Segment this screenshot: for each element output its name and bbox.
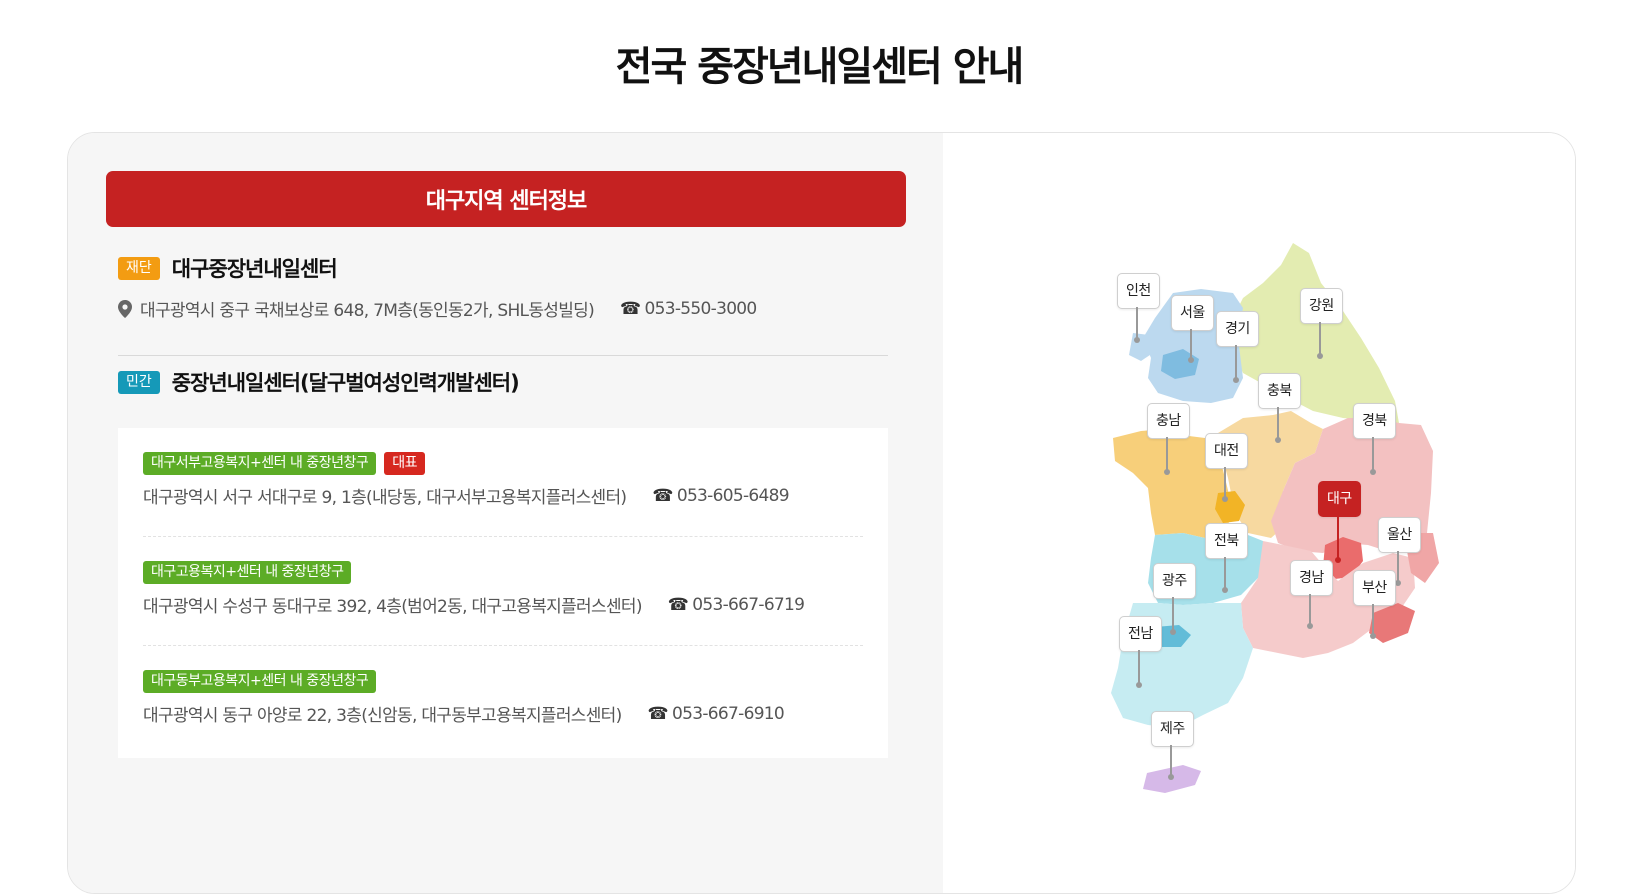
- label-dot: [1317, 353, 1323, 359]
- label-dot: [1275, 437, 1281, 443]
- label-dot: [1188, 357, 1194, 363]
- label-dot: [1370, 633, 1376, 639]
- label-stem: [1172, 597, 1174, 631]
- private-badge: 민간: [118, 370, 160, 394]
- label-dot: [1233, 377, 1239, 383]
- foundation-center: 재단 대구중장년내일센터 대구광역시 중구 국채보상로 648, 7M층(동인동…: [118, 253, 757, 321]
- label-stem: [1235, 345, 1237, 379]
- private-center: 민간 중장년내일센터(달구벌여성인력개발센터): [118, 367, 520, 397]
- branch-phone[interactable]: ☎ 053-667-6910: [648, 704, 785, 724]
- list-divider: [143, 536, 863, 537]
- map-region-incheon[interactable]: [1129, 333, 1153, 361]
- phone-number: 053-605-6489: [676, 485, 790, 506]
- branch-tag: 대구서부고용복지+센터 내 중장년창구: [143, 452, 377, 475]
- list-item: 대구서부고용복지+센터 내 중장년창구 대표 대구광역시 서구 서대구로 9, …: [143, 452, 863, 508]
- branch-address: 대구광역시 수성구 동대구로 392, 4층(범어2동, 대구고용복지플러스센터…: [143, 597, 642, 617]
- map-label-gyeongbuk[interactable]: 경북: [1353, 403, 1396, 439]
- label-stem: [1166, 437, 1168, 471]
- section-divider: [118, 355, 888, 356]
- label-stem: [1138, 650, 1140, 684]
- map-label-seoul[interactable]: 서울: [1171, 295, 1214, 331]
- telephone-icon: ☎: [647, 703, 669, 724]
- label-stem: [1397, 551, 1399, 581]
- telephone-icon: ☎: [667, 594, 689, 615]
- label-dot: [1395, 580, 1401, 586]
- label-stem: [1170, 745, 1172, 775]
- label-dot: [1335, 557, 1341, 563]
- label-stem: [1277, 407, 1279, 439]
- center-address: 대구광역시 중구 국채보상로 648, 7M층(동인동2가, SHL동성빌딩): [140, 301, 595, 321]
- branch-phone[interactable]: ☎ 053-667-6719: [668, 595, 805, 615]
- label-dot: [1222, 496, 1228, 502]
- map-label-busan[interactable]: 부산: [1353, 570, 1396, 606]
- label-dot: [1136, 682, 1142, 688]
- map-label-jeju[interactable]: 제주: [1151, 711, 1194, 747]
- label-stem: [1136, 307, 1138, 339]
- center-phone[interactable]: ☎ 053-550-3000: [620, 299, 757, 319]
- label-stem: [1319, 322, 1321, 356]
- representative-tag: 대표: [384, 452, 425, 475]
- map-label-chungbuk[interactable]: 충북: [1258, 373, 1301, 409]
- list-item: 대구동부고용복지+센터 내 중장년창구 대구광역시 동구 아양로 22, 3층(…: [143, 670, 863, 726]
- map-label-gyeonggi[interactable]: 경기: [1216, 311, 1259, 347]
- map-pin-icon: [118, 299, 132, 318]
- center-info-panel: 대구지역 센터정보 재단 대구중장년내일센터 대구광역시 중구 국채보상로 64…: [67, 132, 1576, 894]
- region-header: 대구지역 센터정보: [106, 171, 906, 227]
- branch-address: 대구광역시 동구 아양로 22, 3층(신암동, 대구동부고용복지플러스센터): [143, 706, 622, 726]
- list-item: 대구고용복지+센터 내 중장년창구 대구광역시 수성구 동대구로 392, 4층…: [143, 561, 863, 617]
- phone-number: 053-550-3000: [644, 298, 758, 319]
- korea-map-shapes: [1111, 243, 1439, 793]
- label-dot: [1168, 774, 1174, 780]
- label-dot: [1307, 623, 1313, 629]
- label-dot: [1170, 629, 1176, 635]
- label-stem: [1309, 594, 1311, 624]
- list-divider: [143, 645, 863, 646]
- map-label-gwangju[interactable]: 광주: [1153, 563, 1196, 599]
- telephone-icon: ☎: [652, 485, 673, 506]
- map-label-ulsan[interactable]: 울산: [1378, 517, 1421, 553]
- branch-phone[interactable]: ☎ 053-605-6489: [652, 486, 789, 506]
- map-label-gangwon[interactable]: 강원: [1300, 288, 1343, 324]
- branch-list: 대구서부고용복지+센터 내 중장년창구 대표 대구광역시 서구 서대구로 9, …: [118, 428, 888, 758]
- map-label-chungnam[interactable]: 충남: [1147, 403, 1190, 439]
- label-stem: [1190, 329, 1192, 359]
- label-stem: [1224, 467, 1226, 497]
- label-stem: [1372, 604, 1374, 634]
- center-name: 대구중장년내일센터: [171, 257, 338, 281]
- map-label-jeonbuk[interactable]: 전북: [1205, 523, 1248, 559]
- label-dot: [1370, 469, 1376, 475]
- label-dot: [1222, 587, 1228, 593]
- korea-map: 인천 서울 경기 강원 충북 충남 대전 경북 대구 전북 울산 광주 경남 부…: [943, 133, 1575, 893]
- foundation-badge: 재단: [118, 256, 160, 280]
- map-label-jeonnam[interactable]: 전남: [1119, 616, 1162, 652]
- label-stem: [1337, 515, 1339, 559]
- telephone-icon: ☎: [620, 298, 641, 319]
- map-label-gyeongnam[interactable]: 경남: [1290, 560, 1333, 596]
- map-label-incheon[interactable]: 인천: [1117, 273, 1160, 309]
- center-name: 중장년내일센터(달구벌여성인력개발센터): [171, 371, 520, 395]
- branch-tag: 대구고용복지+센터 내 중장년창구: [143, 561, 352, 584]
- map-label-daegu[interactable]: 대구: [1318, 481, 1361, 517]
- label-stem: [1224, 557, 1226, 589]
- page-title: 전국 중장년내일센터 안내: [615, 44, 1025, 90]
- branch-tag: 대구동부고용복지+센터 내 중장년창구: [143, 670, 377, 693]
- map-label-daejeon[interactable]: 대전: [1205, 433, 1248, 469]
- branch-address: 대구광역시 서구 서대구로 9, 1층(내당동, 대구서부고용복지플러스센터): [143, 488, 627, 508]
- region-center-list: 대구지역 센터정보 재단 대구중장년내일센터 대구광역시 중구 국채보상로 64…: [68, 133, 943, 893]
- phone-number: 053-667-6910: [672, 703, 785, 724]
- label-dot: [1164, 469, 1170, 475]
- phone-number: 053-667-6719: [692, 594, 805, 615]
- label-stem: [1372, 437, 1374, 471]
- label-dot: [1134, 337, 1140, 343]
